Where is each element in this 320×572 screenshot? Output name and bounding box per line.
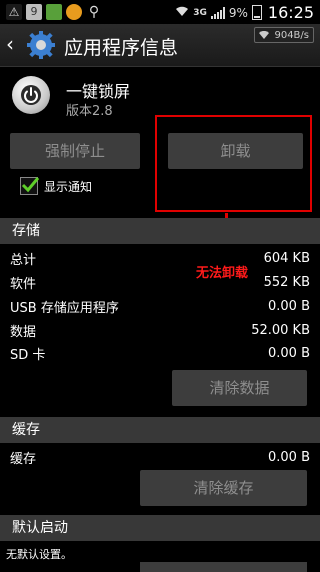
browser-icon (66, 4, 82, 20)
checkmark-icon (21, 177, 40, 193)
show-notification-row[interactable]: 显示通知 (20, 177, 92, 195)
storage-row-data: 数据 52.00 KB (10, 320, 310, 340)
cache-row: 缓存 0.00 B (10, 447, 310, 467)
storage-row-app: 软件 552 KB (10, 272, 310, 292)
show-notification-checkbox[interactable] (20, 177, 40, 195)
wifi-small-icon (259, 31, 269, 39)
storage-row-total: 总计 604 KB (10, 248, 310, 268)
warning-icon: ⚠ (6, 4, 22, 20)
calendar-icon: 9 (26, 4, 42, 20)
battery-percent: 9% (228, 5, 248, 20)
cache-header: 缓存 (0, 417, 320, 443)
storage-row-sd: SD 卡 0.00 B (10, 343, 310, 363)
clock: 16:25 (267, 3, 314, 22)
clear-cache-button[interactable]: 清除缓存 (140, 470, 307, 506)
storage-row-value: 0.00 B (268, 345, 310, 361)
settings-gear-icon (27, 31, 55, 59)
storage-row-value: 52.00 KB (251, 322, 310, 338)
storage-row-value: 604 KB (263, 250, 310, 266)
default-launch-header: 默认启动 (0, 515, 320, 541)
status-bar: ⚠ 9 ⚲ 3G 9% 16:25 (0, 0, 320, 24)
app-notification-icon (46, 4, 62, 20)
app-icon (12, 76, 50, 114)
force-stop-button[interactable]: 强制停止 (10, 133, 140, 169)
cache-row-label: 缓存 (10, 451, 37, 467)
storage-row-label: SD 卡 (10, 347, 46, 363)
storage-row-label: 总计 (10, 252, 37, 268)
back-icon[interactable]: ‹ (6, 32, 14, 56)
notification-icons: ⚠ 9 ⚲ (6, 4, 102, 20)
power-icon (21, 85, 41, 105)
storage-row-value: 552 KB (263, 274, 310, 290)
usb-icon: ⚲ (88, 4, 100, 20)
storage-row-label: 软件 (10, 276, 37, 292)
network-speed: 904B/s (254, 27, 314, 43)
cache-row-value: 0.00 B (268, 449, 310, 465)
page-title: 应用程序信息 (64, 37, 179, 59)
storage-row-label: 数据 (10, 324, 37, 340)
status-right: 3G 9% 16:25 (175, 3, 314, 22)
storage-row-label: USB 存储应用程序 (10, 300, 119, 316)
annotation-box (155, 115, 312, 212)
storage-header: 存储 (0, 218, 320, 244)
title-bar: ‹ 应用程序信息 904B/s (0, 24, 320, 67)
wifi-icon (175, 6, 189, 20)
clear-data-button[interactable]: 清除数据 (172, 370, 307, 406)
storage-row-value: 0.00 B (268, 298, 310, 314)
signal-icon (210, 6, 225, 19)
storage-row-usb: USB 存储应用程序 0.00 B (10, 296, 310, 316)
show-notification-label: 显示通知 (44, 179, 93, 194)
app-name: 一键锁屏 (66, 82, 131, 101)
network-type: 3G (193, 7, 207, 18)
default-launch-text: 无默认设置。 (6, 548, 72, 561)
clear-defaults-button[interactable] (140, 562, 307, 572)
app-version: 版本2.8 (66, 104, 113, 119)
network-speed-value: 904B/s (274, 29, 309, 41)
battery-icon (251, 5, 262, 20)
